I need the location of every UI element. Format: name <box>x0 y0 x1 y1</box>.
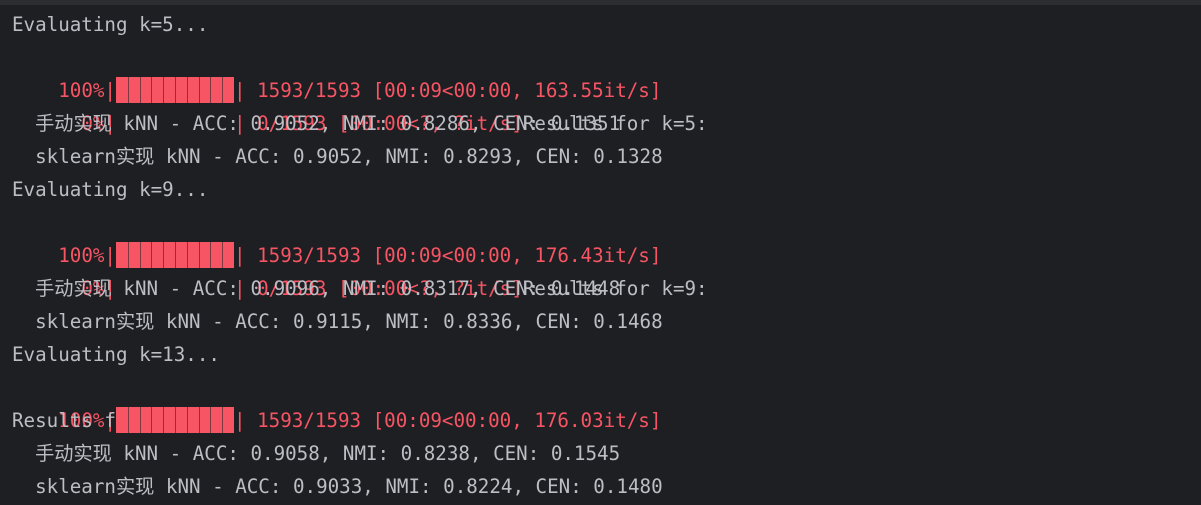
progress-bar-segment <box>163 407 165 433</box>
progress-bar-segment <box>163 77 165 103</box>
progress-line-complete: 100%| | 1593/1593 [00:09<00:00, 163.55it/… <box>0 41 1201 103</box>
progress-bar-fill <box>115 242 234 268</box>
manual-knn-result: 手动实现 kNN - ACC: 0.9096, NMI: 0.8317, CEN… <box>12 277 621 300</box>
progress-bar-segment <box>174 407 176 433</box>
progress-percent: 100%| <box>58 79 116 102</box>
progress-bar-segment <box>222 242 224 268</box>
progress-bar-segment <box>151 77 153 103</box>
progress-bar-segment <box>198 242 200 268</box>
progress-bar-segment <box>186 242 188 268</box>
progress-bar-fill <box>115 407 234 433</box>
evaluating-line: Evaluating k=13... <box>12 343 220 366</box>
progress-bar-segment <box>222 77 224 103</box>
progress-stats: | 1593/1593 [00:09<00:00, 163.55it/s] <box>233 79 662 102</box>
manual-knn-result: 手动实现 kNN - ACC: 0.9052, NMI: 0.8286, CEN… <box>12 112 621 135</box>
progress-bar-segment <box>210 407 212 433</box>
progress-bar-segment <box>186 407 188 433</box>
sklearn-knn-result: sklearn实现 kNN - ACC: 0.9033, NMI: 0.8224… <box>12 475 663 498</box>
sklearn-knn-result: sklearn实现 kNN - ACC: 0.9052, NMI: 0.8293… <box>12 145 663 168</box>
progress-bar-fill <box>115 77 234 103</box>
progress-line-complete: 100%| | 1593/1593 [00:09<00:00, 176.03it/… <box>0 371 1201 433</box>
progress-bar-segment <box>127 77 129 103</box>
progress-bar-segment <box>174 242 176 268</box>
progress-bar-segment <box>139 242 141 268</box>
terminal-output[interactable]: Evaluating k=5... 100%| | 1593/1593 [00:0… <box>0 0 1201 505</box>
sklearn-knn-result: sklearn实现 kNN - ACC: 0.9115, NMI: 0.8336… <box>12 310 663 333</box>
progress-bar-segment <box>139 77 141 103</box>
progress-bar-segment <box>127 407 129 433</box>
progress-bar-segment <box>210 77 212 103</box>
progress-bar-segment <box>198 77 200 103</box>
progress-bar-segment <box>151 407 153 433</box>
progress-bar-segment <box>210 242 212 268</box>
progress-bar-segment <box>139 407 141 433</box>
progress-bar-segment <box>151 242 153 268</box>
progress-bar-segment <box>198 407 200 433</box>
progress-stats: | 1593/1593 [00:09<00:00, 176.43it/s] <box>233 244 662 267</box>
progress-stats: | 1593/1593 [00:09<00:00, 176.03it/s] <box>233 409 662 432</box>
progress-line-complete: 100%| | 1593/1593 [00:09<00:00, 176.43it/… <box>0 206 1201 268</box>
progress-bar-segment <box>222 407 224 433</box>
progress-bar-segment <box>186 77 188 103</box>
progress-bar-segment <box>163 242 165 268</box>
progress-percent: 100%| <box>58 244 116 267</box>
progress-bar-segment <box>127 242 129 268</box>
progress-bar-segment <box>174 77 176 103</box>
evaluating-line: Evaluating k=5... <box>12 13 209 36</box>
manual-knn-result: 手动实现 kNN - ACC: 0.9058, NMI: 0.8238, CEN… <box>12 442 621 465</box>
evaluating-line: Evaluating k=9... <box>12 178 209 201</box>
